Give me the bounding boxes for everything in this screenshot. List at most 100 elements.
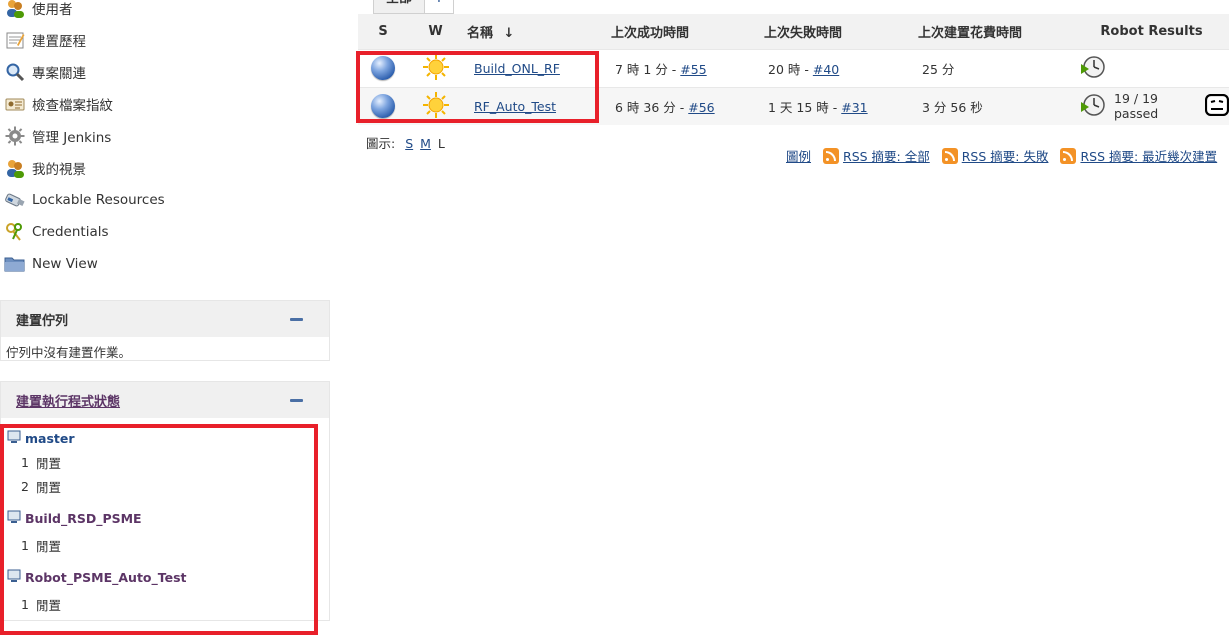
column-robot-results[interactable]: Robot Results bbox=[1074, 14, 1229, 49]
computer-icon bbox=[7, 430, 21, 447]
executor-status-title-link[interactable]: 建置執行程式狀態 bbox=[16, 391, 120, 410]
sidebar-item-project-relationship[interactable]: 專案關連 bbox=[0, 56, 330, 88]
rss-latest-label: RSS 摘要: 最近幾次建置 bbox=[1080, 149, 1218, 164]
weather-cell bbox=[408, 48, 463, 87]
folder-icon bbox=[4, 253, 26, 275]
tab-add-view[interactable]: + bbox=[424, 0, 454, 14]
legend-link[interactable]: 圖例 bbox=[786, 146, 811, 165]
sidebar-item-lockable-resources[interactable]: Lockable Resources bbox=[0, 184, 330, 216]
column-last-failure[interactable]: 上次失敗時間 bbox=[764, 14, 918, 49]
last-failure-build-link[interactable]: #40 bbox=[813, 62, 839, 77]
sort-arrow-icon: ↓ bbox=[503, 25, 515, 41]
sidebar-item-label: 管理 Jenkins bbox=[32, 130, 112, 146]
blue-ball-icon[interactable] bbox=[371, 56, 395, 80]
node-link[interactable]: Build_RSD_PSME bbox=[25, 511, 142, 526]
column-last-success[interactable]: 上次成功時間 bbox=[611, 14, 764, 49]
job-name-cell: RF_Auto_Test bbox=[463, 86, 611, 125]
rss-latest-link[interactable]: RSS 摘要: 最近幾次建置 bbox=[1060, 146, 1217, 165]
rss-icon bbox=[1060, 147, 1077, 164]
rss-icon bbox=[941, 147, 958, 164]
robot-pass-count[interactable]: 19 / 19 passed bbox=[1114, 91, 1199, 121]
rss-all-link[interactable]: RSS 摘要: 全部 bbox=[823, 146, 930, 165]
executor-number: 1 bbox=[21, 454, 29, 470]
sidebar-tasks: 使用者 建置歷程 專案關連 檢查檔案指紋 管理 Jenkins 我的視景 Loc… bbox=[0, 0, 330, 280]
executor-row: 1 閒置 bbox=[1, 592, 329, 616]
last-failure-cell: 20 時 - #40 bbox=[764, 48, 918, 87]
collapse-icon[interactable] bbox=[290, 318, 303, 321]
executor-state: 閒置 bbox=[36, 597, 62, 613]
column-weather[interactable]: W bbox=[408, 14, 463, 49]
sunny-icon[interactable] bbox=[422, 91, 450, 122]
node-robot-psme-auto-test: Robot_PSME_Auto_Test bbox=[1, 565, 329, 589]
usb-drive-icon bbox=[4, 189, 26, 211]
column-last-duration[interactable]: 上次建置花費時間 bbox=[918, 14, 1074, 49]
sunny-icon[interactable] bbox=[422, 53, 450, 84]
build-queue-empty-text: 佇列中沒有建置作業。 bbox=[6, 345, 132, 360]
schedule-build-icon[interactable] bbox=[1080, 54, 1106, 83]
executor-number: 1 bbox=[21, 537, 29, 553]
last-failure-text: 20 時 - bbox=[768, 61, 813, 77]
table-row: RF_Auto_Test 6 時 36 分 - #56 1 天 15 時 - #… bbox=[358, 86, 1229, 125]
sidebar-item-label: 專案關連 bbox=[32, 66, 86, 82]
sidebar-item-fingerprint[interactable]: 檢查檔案指紋 bbox=[0, 88, 330, 120]
table-header-row: S W 名稱 ↓ 上次成功時間 上次失敗時間 上次建置花費時間 Robot Re… bbox=[358, 14, 1229, 49]
rss-failed-label: RSS 摘要: 失敗 bbox=[961, 149, 1049, 164]
build-queue-title: 建置佇列 bbox=[16, 313, 69, 329]
sidebar-item-label: Lockable Resources bbox=[32, 192, 165, 208]
job-link[interactable]: Build_ONL_RF bbox=[474, 61, 560, 76]
node-master: master bbox=[1, 426, 329, 450]
last-success-build-link[interactable]: #56 bbox=[688, 100, 714, 115]
sidebar-item-label: 建置歷程 bbox=[32, 34, 86, 50]
last-failure-cell: 1 天 15 時 - #31 bbox=[764, 86, 918, 125]
node-build-rsd-psme: Build_RSD_PSME bbox=[1, 506, 329, 530]
column-status[interactable]: S bbox=[358, 14, 408, 49]
keys-icon bbox=[4, 221, 26, 243]
last-duration-cell: 25 分 bbox=[918, 48, 1074, 87]
icon-size-label: 圖示: bbox=[366, 136, 396, 151]
last-success-cell: 6 時 36 分 - #56 bbox=[611, 86, 764, 125]
sidebar-item-credentials[interactable]: Credentials bbox=[0, 216, 330, 248]
tab-all[interactable]: 全部 bbox=[373, 0, 425, 14]
sidebar-item-my-views[interactable]: 我的視景 bbox=[0, 152, 330, 184]
executor-state: 閒置 bbox=[36, 538, 62, 554]
executor-state: 閒置 bbox=[36, 455, 62, 471]
icon-size-large-current: L bbox=[437, 136, 445, 151]
rss-failed-link[interactable]: RSS 摘要: 失敗 bbox=[941, 146, 1049, 165]
search-icon bbox=[4, 61, 26, 83]
executor-list: master 1 閒置 2 閒置 Build_RSD_PSME 1 閒置 Robot_… bbox=[1, 418, 329, 616]
status-cell bbox=[358, 86, 408, 125]
sidebar-item-label: New View bbox=[32, 256, 98, 272]
sidebar-item-manage-jenkins[interactable]: 管理 Jenkins bbox=[0, 120, 330, 152]
icon-size-selector: 圖示: S M L bbox=[366, 133, 445, 152]
footer-links: 圖例 RSS 摘要: 全部 RSS 摘要: 失敗 RSS 摘要: 最近幾次建置 bbox=[786, 146, 1229, 165]
executor-row: 2 閒置 bbox=[1, 474, 329, 498]
icon-size-medium-link[interactable]: M bbox=[420, 136, 431, 151]
last-success-cell: 7 時 1 分 - #55 bbox=[611, 48, 764, 87]
robot-results-cell bbox=[1074, 48, 1229, 87]
last-success-build-link[interactable]: #55 bbox=[680, 62, 706, 77]
last-success-text: 7 時 1 分 - bbox=[615, 61, 681, 77]
status-cell bbox=[358, 48, 408, 87]
sidebar-item-build-history[interactable]: 建置歷程 bbox=[0, 24, 330, 56]
executor-number: 2 bbox=[21, 478, 29, 494]
rss-icon bbox=[823, 147, 840, 164]
executor-status-pane: 建置執行程式狀態 master 1 閒置 2 閒置 Build_RSD_PSME 1… bbox=[0, 381, 330, 621]
collapse-icon[interactable] bbox=[290, 399, 303, 402]
computer-icon bbox=[7, 569, 21, 586]
column-name[interactable]: 名稱 ↓ bbox=[463, 14, 611, 49]
job-link[interactable]: RF_Auto_Test bbox=[474, 99, 556, 114]
last-failure-build-link[interactable]: #31 bbox=[841, 100, 867, 115]
jobs-table: S W 名稱 ↓ 上次成功時間 上次失敗時間 上次建置花費時間 Robot Re… bbox=[358, 14, 1229, 125]
node-link[interactable]: master bbox=[25, 431, 75, 446]
last-duration-cell: 3 分 56 秒 bbox=[918, 86, 1074, 125]
icon-size-small-link[interactable]: S bbox=[405, 136, 413, 151]
sidebar-item-people[interactable]: 使用者 bbox=[0, 0, 330, 24]
schedule-build-icon[interactable] bbox=[1080, 92, 1106, 121]
robot-icon bbox=[1204, 93, 1229, 119]
executor-row: 1 閒置 bbox=[1, 450, 329, 474]
blue-ball-icon[interactable] bbox=[371, 94, 395, 119]
sidebar-item-label: Credentials bbox=[32, 224, 109, 240]
robot-results-cell: 19 / 19 passed bbox=[1074, 86, 1229, 125]
node-link[interactable]: Robot_PSME_Auto_Test bbox=[25, 570, 187, 585]
sidebar-item-new-view[interactable]: New View bbox=[0, 248, 330, 280]
